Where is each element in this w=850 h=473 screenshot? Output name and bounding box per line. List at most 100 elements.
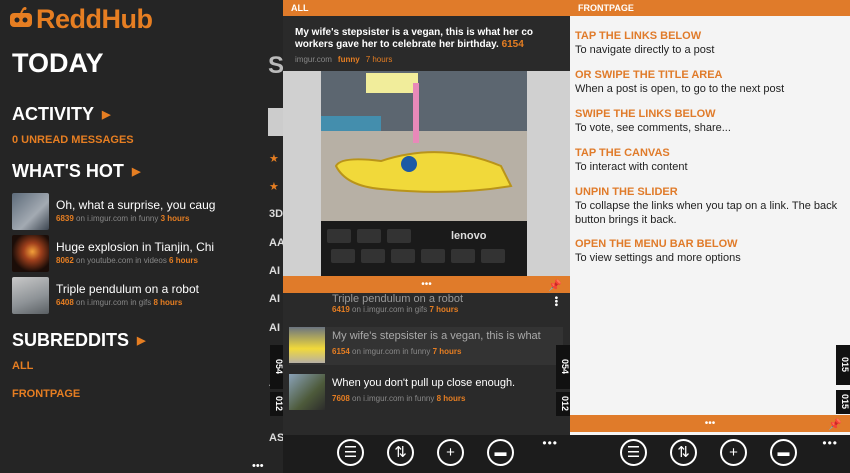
peek-text: AI bbox=[269, 293, 280, 305]
subreddit-all-link[interactable]: ALL bbox=[12, 360, 33, 372]
arrow-right-icon: ▶ bbox=[131, 166, 141, 178]
pin-icon[interactable]: 📌 bbox=[828, 417, 842, 434]
app-name: ReddHub bbox=[36, 3, 153, 34]
svg-text:lenovo: lenovo bbox=[451, 230, 487, 242]
hot-item-meta: 6839 on i.imgur.com in funny 3 hours bbox=[56, 214, 190, 223]
tip-body: To collapse the links when you tap on a … bbox=[575, 200, 838, 226]
app-bar: ☰ ⇅ + ▬ ••• bbox=[570, 435, 850, 473]
post-canvas[interactable]: lenovo bbox=[283, 71, 570, 276]
vote-icon[interactable]: ⇅ bbox=[387, 439, 414, 466]
tip-body: To interact with content bbox=[575, 161, 688, 173]
subreddit-frontpage-link[interactable]: FRONTPAGE bbox=[12, 388, 80, 400]
more-icon[interactable]: ••• bbox=[252, 460, 264, 472]
list-item-meta: 6154 on imgur.com in funny 7 hours bbox=[332, 347, 462, 356]
more-icon[interactable]: ••• bbox=[822, 436, 838, 450]
list-item[interactable]: My wife's stepsister is a vegan, this is… bbox=[289, 327, 563, 365]
vote-icon[interactable]: ⇅ bbox=[670, 439, 697, 466]
peek-text: AS bbox=[269, 432, 283, 444]
tip-body: To view settings and more options bbox=[575, 252, 741, 264]
hot-item-meta: 8062 on youtube.com in videos 6 hours bbox=[56, 256, 198, 265]
slider-handle[interactable]: ••• 📌 bbox=[570, 415, 850, 432]
subreddits-heading[interactable]: SUBREDDITS ▶ bbox=[12, 330, 145, 351]
comment-icon[interactable]: ▬ bbox=[770, 439, 797, 466]
list-item-title: My wife's stepsister is a vegan, this is… bbox=[332, 330, 541, 342]
slider-handle[interactable]: ••• 📌 bbox=[283, 276, 570, 293]
peek-search-box bbox=[268, 108, 283, 136]
arrow-right-icon: ▶ bbox=[102, 109, 111, 121]
post-score: 6154 bbox=[501, 39, 524, 50]
peek-text: AA bbox=[269, 237, 283, 249]
help-pane: FRONTPAGE TAP THE LINKS BELOW To navigat… bbox=[570, 0, 850, 473]
pane-header: FRONTPAGE bbox=[570, 0, 850, 16]
add-icon[interactable]: + bbox=[720, 439, 747, 466]
list-item-title: When you don't pull up close enough. bbox=[332, 377, 516, 389]
arrow-right-icon: ▶ bbox=[137, 335, 146, 347]
side-tab[interactable]: 015 bbox=[836, 345, 850, 385]
whats-hot-heading[interactable]: WHAT'S HOT ▶ bbox=[12, 161, 140, 182]
post-pane: ALL My wife's stepsister is a vegan, thi… bbox=[283, 0, 570, 473]
tip-body: To vote, see comments, share... bbox=[575, 122, 731, 134]
list-item-title: Triple pendulum on a robot bbox=[332, 294, 464, 305]
app-logo: ReddHub bbox=[8, 3, 153, 34]
robot-logo-icon bbox=[10, 7, 32, 27]
activity-label: ACTIVITY bbox=[12, 104, 95, 124]
hot-item-title: Huge explosion in Tianjin, Chi bbox=[56, 240, 215, 254]
tip-heading: TAP THE LINKS BELOW bbox=[575, 30, 702, 42]
side-tab[interactable]: 015 bbox=[836, 390, 850, 414]
tip-heading: SWIPE THE LINKS BELOW bbox=[575, 108, 716, 120]
post-meta: imgur.com funny 7 hours bbox=[295, 55, 392, 64]
more-icon[interactable]: ••• bbox=[542, 436, 558, 450]
tip-heading: TAP THE CANVAS bbox=[575, 147, 670, 159]
side-tab[interactable]: 054 bbox=[270, 345, 283, 389]
peek-text: S bbox=[268, 52, 283, 79]
subreddits-label: SUBREDDITS bbox=[12, 330, 130, 350]
list-item[interactable]: Triple pendulum on a robot 6419 on i.img… bbox=[289, 294, 563, 318]
peek-text: AI bbox=[269, 322, 280, 334]
peek-text: 3D bbox=[269, 208, 283, 220]
tip-body: When a post is open, to go to the next p… bbox=[575, 83, 785, 95]
post-age: 7 hours bbox=[365, 55, 393, 64]
star-icon: ★ bbox=[269, 181, 279, 193]
post-thumbnail bbox=[289, 327, 325, 363]
hot-item-title: Oh, what a surprise, you caug bbox=[56, 198, 216, 212]
list-item-meta: 7608 on i.imgur.com in funny 8 hours bbox=[332, 394, 466, 403]
tip-heading: OR SWIPE THE TITLE AREA bbox=[575, 69, 723, 81]
comment-icon[interactable]: ▬ bbox=[487, 439, 514, 466]
hot-item[interactable]: Triple pendulum on a robot 6408 on i.img… bbox=[12, 277, 277, 315]
post-thumbnail bbox=[12, 235, 49, 272]
more-icon[interactable]: ••• bbox=[550, 296, 561, 307]
post-image: lenovo bbox=[321, 71, 527, 276]
post-thumbnail bbox=[289, 374, 325, 410]
post-domain: imgur.com bbox=[295, 55, 332, 64]
post-thumbnail bbox=[12, 193, 49, 230]
side-tab[interactable]: 054 bbox=[556, 345, 570, 389]
tip-heading: OPEN THE MENU BAR BELOW bbox=[575, 238, 738, 250]
home-pane: ReddHub TODAY ACTIVITY ▶ 0 UNREAD MESSAGE… bbox=[0, 0, 283, 473]
hot-item[interactable]: Oh, what a surprise, you caug 6839 on i.… bbox=[12, 193, 277, 231]
add-icon[interactable]: + bbox=[437, 439, 464, 466]
app-bar: ☰ ⇅ + ▬ ••• bbox=[283, 435, 570, 473]
activity-heading[interactable]: ACTIVITY ▶ bbox=[12, 104, 110, 125]
peek-text: AI bbox=[269, 265, 280, 277]
hot-item-title: Triple pendulum on a robot bbox=[56, 282, 199, 296]
pin-icon[interactable]: 📌 bbox=[548, 278, 562, 295]
star-icon: ★ bbox=[269, 153, 279, 165]
hot-item[interactable]: Huge explosion in Tianjin, Chi 8062 on y… bbox=[12, 235, 277, 273]
banana-photo: lenovo bbox=[321, 71, 527, 276]
tip-heading: UNPIN THE SLIDER bbox=[575, 186, 678, 198]
list-item-meta: 6419 on i.imgur.com in gifs 7 hours bbox=[332, 305, 459, 314]
pane-header: ALL bbox=[283, 0, 570, 16]
post-title[interactable]: My wife's stepsister is a vegan, this is… bbox=[295, 27, 559, 51]
unread-messages-link[interactable]: 0 UNREAD MESSAGES bbox=[12, 134, 134, 146]
page-title: TODAY bbox=[12, 48, 104, 78]
hot-item-meta: 6408 on i.imgur.com in gifs 8 hours bbox=[56, 298, 183, 307]
list-icon[interactable]: ☰ bbox=[337, 439, 364, 466]
post-thumbnail bbox=[12, 277, 49, 314]
tip-body: To navigate directly to a post bbox=[575, 44, 715, 56]
list-icon[interactable]: ☰ bbox=[620, 439, 647, 466]
side-tab[interactable]: 012 bbox=[556, 392, 570, 416]
post-subreddit: funny bbox=[337, 55, 360, 64]
list-item[interactable]: When you don't pull up close enough. 760… bbox=[289, 374, 563, 412]
whats-hot-label: WHAT'S HOT bbox=[12, 161, 124, 181]
side-tab[interactable]: 012 bbox=[270, 392, 283, 416]
